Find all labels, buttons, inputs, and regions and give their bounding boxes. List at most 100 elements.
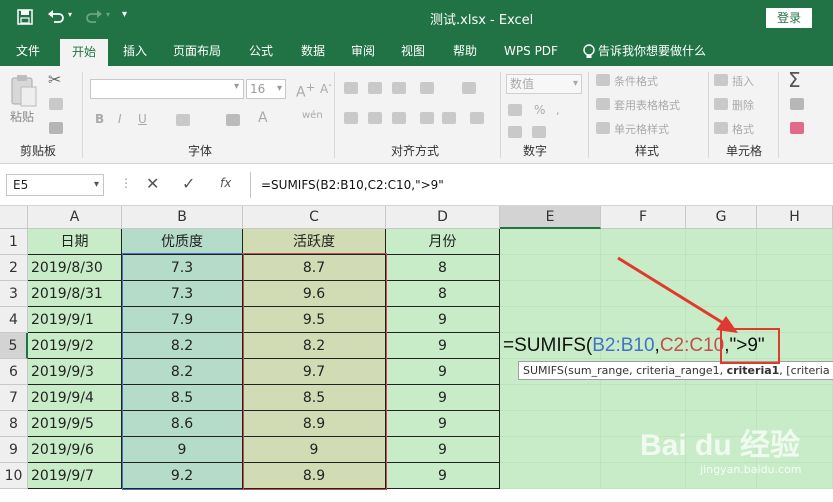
decrease-decimal-icon[interactable] [532, 126, 546, 138]
header-cell[interactable]: 日期 [28, 229, 122, 255]
align-center-icon[interactable] [368, 112, 382, 124]
table-cell[interactable]: 8 [386, 255, 500, 281]
table-cell[interactable]: 9.7 [243, 359, 386, 385]
empty-cell[interactable] [757, 307, 833, 333]
table-cell[interactable]: 9 [386, 463, 500, 489]
tab-page-layout[interactable]: 页面布局 [164, 36, 230, 66]
align-right-icon[interactable] [392, 112, 406, 124]
header-cell[interactable]: 月份 [386, 229, 500, 255]
table-cell[interactable]: 2019/9/5 [28, 411, 122, 437]
undo-dropdown-icon[interactable]: ▾ [68, 10, 72, 19]
comma-style-icon[interactable]: , [556, 104, 560, 117]
table-cell[interactable]: 9 [243, 437, 386, 463]
empty-cell[interactable] [500, 385, 601, 411]
empty-cell[interactable] [500, 229, 601, 255]
percent-icon[interactable]: % [534, 103, 545, 117]
column-header-g[interactable]: G [686, 206, 757, 229]
font-color-icon[interactable]: A [258, 110, 268, 126]
formula-input[interactable]: =SUMIFS(B2:B10,C2:C10,">9" [250, 172, 833, 198]
table-cell[interactable]: 9 [122, 437, 243, 463]
format-cells-button[interactable]: 格式 [732, 121, 754, 137]
row-header-7[interactable]: 7 [0, 385, 28, 411]
fill-color-icon[interactable] [226, 114, 240, 126]
increase-decimal-icon[interactable] [508, 126, 522, 138]
empty-cell[interactable] [757, 229, 833, 255]
column-header-b[interactable]: B [122, 206, 243, 229]
table-cell[interactable]: 9 [386, 359, 500, 385]
empty-cell[interactable] [686, 385, 757, 411]
column-header-h[interactable]: H [757, 206, 833, 229]
tell-me-search[interactable]: 告诉我你想要做什么 [598, 36, 714, 66]
tab-formulas[interactable]: 公式 [240, 36, 282, 66]
table-cell[interactable]: 8.5 [122, 385, 243, 411]
table-cell[interactable]: 8 [386, 281, 500, 307]
row-header-10[interactable]: 10 [0, 463, 28, 489]
column-header-c[interactable]: C [243, 206, 386, 229]
row-header-9[interactable]: 9 [0, 437, 28, 463]
autosum-icon[interactable]: Σ [788, 68, 801, 92]
borders-icon[interactable] [176, 114, 190, 126]
orientation-icon[interactable] [420, 82, 434, 94]
table-cell[interactable]: 8.9 [243, 463, 386, 489]
row-header-6[interactable]: 6 [0, 359, 28, 385]
name-box[interactable]: E5 ▾ [6, 174, 104, 196]
increase-font-icon[interactable]: A+ [296, 80, 315, 101]
wrap-text-icon[interactable] [462, 82, 476, 94]
table-cell[interactable]: 7.9 [122, 307, 243, 333]
empty-cell[interactable] [500, 437, 601, 463]
fill-down-icon[interactable] [790, 98, 804, 110]
decrease-indent-icon[interactable] [420, 112, 434, 124]
table-cell[interactable]: 2019/9/6 [28, 437, 122, 463]
tab-data[interactable]: 数据 [292, 36, 334, 66]
table-cell[interactable]: 2019/9/7 [28, 463, 122, 489]
underline-icon[interactable]: U [138, 112, 147, 126]
select-all-corner[interactable] [0, 206, 28, 229]
column-header-f[interactable]: F [601, 206, 686, 229]
number-format-select[interactable]: 数值 ▾ [506, 74, 582, 94]
row-header-8[interactable]: 8 [0, 411, 28, 437]
empty-cell[interactable] [500, 281, 601, 307]
customize-toolbar-icon[interactable]: ▾ [122, 9, 127, 20]
cancel-entry-icon[interactable]: ✕ [146, 174, 159, 193]
table-cell[interactable]: 9 [386, 437, 500, 463]
format-painter-icon[interactable] [49, 122, 63, 134]
table-cell[interactable]: 9.6 [243, 281, 386, 307]
clear-icon[interactable] [790, 122, 804, 134]
table-cell[interactable]: 7.3 [122, 255, 243, 281]
decrease-font-icon[interactable]: A- [320, 80, 332, 96]
phonetic-icon[interactable]: wén [302, 110, 323, 121]
tab-wps-pdf[interactable]: WPS PDF [496, 36, 566, 66]
tab-file[interactable]: 文件 [6, 36, 50, 66]
table-format-button[interactable]: 套用表格格式 [614, 97, 680, 113]
empty-cell[interactable] [601, 463, 686, 489]
copy-icon[interactable] [49, 98, 63, 110]
table-cell[interactable]: 2019/9/3 [28, 359, 122, 385]
empty-cell[interactable] [500, 307, 601, 333]
merge-center-icon[interactable] [470, 112, 484, 124]
table-cell[interactable]: 9.5 [243, 307, 386, 333]
tab-home[interactable]: 开始 [60, 39, 108, 66]
row-header-2[interactable]: 2 [0, 255, 28, 281]
table-cell[interactable]: 9 [386, 307, 500, 333]
login-button[interactable]: 登录 [766, 8, 812, 28]
tab-help[interactable]: 帮助 [444, 36, 486, 66]
bold-icon[interactable]: B [95, 112, 104, 126]
table-cell[interactable]: 8.6 [122, 411, 243, 437]
column-header-a[interactable]: A [28, 206, 122, 229]
insert-function-icon[interactable]: fx [220, 176, 231, 190]
column-header-d[interactable]: D [386, 206, 500, 229]
delete-cells-button[interactable]: 删除 [732, 97, 754, 113]
currency-icon[interactable] [508, 104, 522, 116]
font-size-select[interactable]: 16 ▾ [246, 79, 286, 99]
table-cell[interactable]: 8.5 [243, 385, 386, 411]
empty-cell[interactable] [757, 255, 833, 281]
row-header-3[interactable]: 3 [0, 281, 28, 307]
table-cell[interactable]: 7.3 [122, 281, 243, 307]
empty-cell[interactable] [757, 281, 833, 307]
empty-cell[interactable] [500, 463, 601, 489]
empty-cell[interactable] [601, 385, 686, 411]
save-icon[interactable] [17, 9, 33, 25]
conditional-format-button[interactable]: 条件格式 [614, 73, 658, 89]
empty-cell[interactable] [500, 411, 601, 437]
paste-icon[interactable] [10, 74, 38, 108]
